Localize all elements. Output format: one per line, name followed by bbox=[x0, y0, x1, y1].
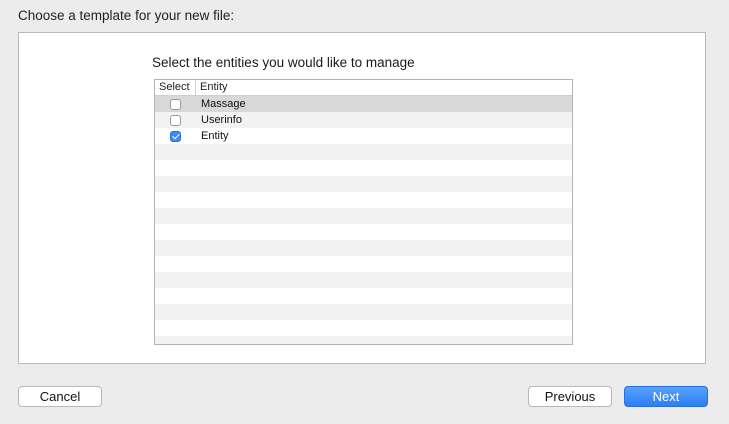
content-panel: Select the entities you would like to ma… bbox=[18, 32, 706, 364]
select-cell bbox=[155, 130, 196, 142]
empty-row bbox=[155, 304, 572, 320]
empty-row bbox=[155, 160, 572, 176]
table-header: Select Entity bbox=[155, 80, 572, 96]
entity-prompt: Select the entities you would like to ma… bbox=[152, 55, 415, 70]
entity-name: Entity bbox=[201, 130, 229, 142]
row-checkbox[interactable] bbox=[170, 98, 181, 110]
empty-row bbox=[155, 320, 572, 336]
column-header-entity[interactable]: Entity bbox=[196, 80, 228, 95]
dialog-title: Choose a template for your new file: bbox=[18, 8, 235, 23]
select-cell bbox=[155, 98, 196, 110]
table-row[interactable]: Userinfo bbox=[155, 112, 572, 128]
cancel-button[interactable]: Cancel bbox=[18, 386, 102, 407]
empty-row bbox=[155, 288, 572, 304]
empty-row bbox=[155, 256, 572, 272]
row-checkbox[interactable] bbox=[170, 114, 181, 126]
empty-row bbox=[155, 240, 572, 256]
entity-name: Userinfo bbox=[201, 114, 242, 126]
empty-row bbox=[155, 192, 572, 208]
empty-row bbox=[155, 224, 572, 240]
empty-row bbox=[155, 208, 572, 224]
table-row[interactable]: Entity bbox=[155, 128, 572, 144]
entity-name: Massage bbox=[201, 98, 246, 110]
empty-row bbox=[155, 336, 572, 344]
next-button[interactable]: Next bbox=[624, 386, 708, 407]
select-cell bbox=[155, 114, 196, 126]
empty-row bbox=[155, 144, 572, 160]
empty-row bbox=[155, 176, 572, 192]
empty-row bbox=[155, 272, 572, 288]
entity-table: Select Entity Massage Userinfo Entity bbox=[154, 79, 573, 345]
row-checkbox[interactable] bbox=[170, 130, 181, 142]
table-rows: Massage Userinfo Entity bbox=[155, 96, 572, 344]
column-header-select[interactable]: Select bbox=[155, 80, 196, 95]
table-row[interactable]: Massage bbox=[155, 96, 572, 112]
previous-button[interactable]: Previous bbox=[528, 386, 612, 407]
